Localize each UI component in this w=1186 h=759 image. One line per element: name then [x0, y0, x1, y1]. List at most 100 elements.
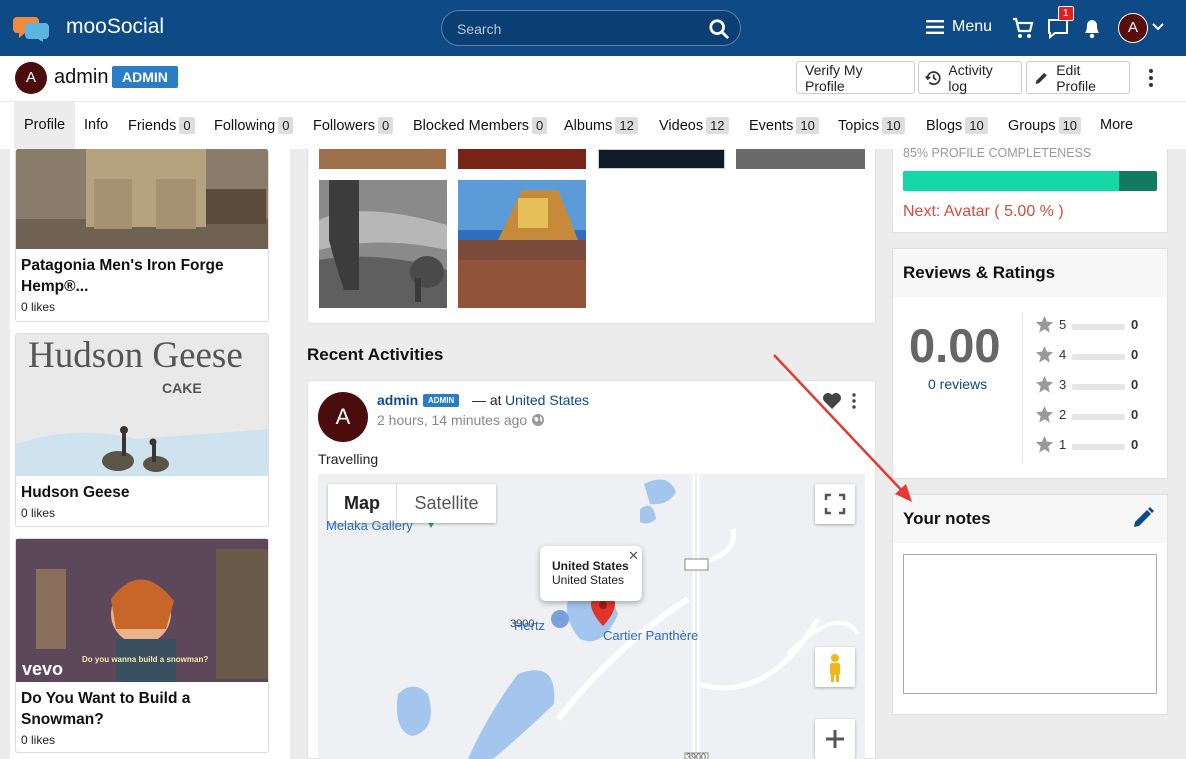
messages-badge: 1: [1058, 6, 1074, 21]
tab-more[interactable]: More: [1100, 102, 1133, 150]
video-thumbnail[interactable]: [16, 149, 268, 249]
post-location-link[interactable]: United States: [505, 392, 589, 408]
tab-topics[interactable]: Topics 10: [838, 102, 905, 150]
pencil-icon: [1035, 72, 1047, 84]
tab-blocked-members[interactable]: Blocked Members 0: [413, 102, 548, 150]
completeness-progress-fill: [903, 171, 1119, 191]
video-likes: 0 likes: [21, 300, 56, 314]
activity-log-button[interactable]: Activity log: [918, 61, 1022, 94]
tab-count: 10: [796, 117, 819, 134]
tab-count: 0: [378, 117, 394, 134]
tab-label: Profile: [24, 117, 66, 133]
tab-followers[interactable]: Followers 0: [313, 102, 394, 150]
star-icon: [1035, 405, 1054, 423]
tab-label: Blogs: [926, 118, 963, 134]
post-author-avatar[interactable]: A: [318, 392, 368, 442]
edit-profile-label: Edit Profile: [1056, 61, 1096, 94]
rating-bar: [1072, 414, 1125, 420]
photo-thumbnail[interactable]: [319, 149, 446, 169]
search-placeholder[interactable]: Search: [457, 21, 501, 37]
bell-icon[interactable]: [1081, 16, 1103, 40]
rating-row: 2 0: [1035, 405, 1155, 425]
video-card[interactable]: Hudson Geese CAKE Hudson Geese 0 likes: [15, 333, 269, 527]
rating-level: 2: [1059, 407, 1067, 422]
tab-blogs[interactable]: Blogs 10: [926, 102, 988, 150]
video-caption: Do you wanna build a snowman?: [82, 655, 209, 664]
rating-bar: [1072, 354, 1125, 360]
rating-level: 4: [1059, 347, 1067, 362]
video-title[interactable]: Do You Want to Build a Snowman?: [16, 682, 268, 730]
edit-profile-button[interactable]: Edit Profile: [1026, 61, 1130, 94]
cart-icon[interactable]: [1011, 16, 1035, 40]
more-options-icon[interactable]: [1146, 68, 1156, 88]
profile-tabs: Profile Info Friends 0 Following 0 Followe…: [0, 101, 1186, 150]
tab-groups[interactable]: Groups 10: [1008, 102, 1082, 150]
zoom-in-button[interactable]: [815, 719, 855, 759]
video-thumbnail[interactable]: Hudson Geese CAKE: [16, 334, 268, 476]
history-icon: [925, 70, 941, 85]
map-place-label[interactable]: Melaka Gallery: [326, 518, 413, 533]
heart-icon[interactable]: [822, 392, 842, 410]
video-card[interactable]: Patagonia Men's Iron Forge Hemp®... 0 li…: [15, 149, 269, 322]
photo-thumbnail[interactable]: [458, 149, 586, 169]
tab-following[interactable]: Following 0: [214, 102, 294, 150]
search-bar[interactable]: Search: [441, 10, 741, 46]
post-author-name[interactable]: admin: [377, 392, 418, 408]
video-title[interactable]: Patagonia Men's Iron Forge Hemp®...: [16, 249, 268, 297]
tab-label: Albums: [564, 118, 613, 134]
festival-photo-icon[interactable]: [458, 180, 586, 308]
profile-avatar[interactable]: A: [15, 62, 47, 94]
tab-count: 12: [615, 117, 638, 134]
tab-friends[interactable]: Friends 0: [128, 102, 195, 150]
tab-albums[interactable]: Albums 12: [564, 102, 638, 150]
tab-count: 0: [278, 117, 294, 134]
menu-button[interactable]: Menu: [926, 18, 992, 36]
post-text: Travelling: [318, 451, 379, 467]
map-info-window: United States United States: [540, 546, 642, 601]
tab-events[interactable]: Events 10: [749, 102, 819, 150]
tab-videos[interactable]: Videos 12: [659, 102, 729, 150]
user-avatar[interactable]: A: [1118, 13, 1148, 43]
tab-info[interactable]: Info: [84, 102, 108, 150]
divider: [1022, 313, 1023, 463]
rating-bar: [1072, 384, 1125, 390]
fullscreen-button[interactable]: [815, 484, 855, 524]
post-options-icon[interactable]: [850, 393, 858, 409]
edit-notes-icon[interactable]: [1131, 506, 1155, 530]
map-place-label[interactable]: Cartier Panthère: [603, 628, 698, 643]
post-author-badge: ADMIN: [423, 394, 460, 407]
tab-count: 0: [179, 117, 195, 134]
tab-count: 12: [706, 117, 729, 134]
review-count-link[interactable]: 0 reviews: [928, 376, 987, 392]
rating-count: 0: [1131, 407, 1139, 422]
rating-bar: [1072, 444, 1125, 450]
tab-label: Blocked Members: [413, 118, 530, 134]
app-name[interactable]: mooSocial: [66, 15, 164, 39]
map-place-label[interactable]: Hertz: [514, 618, 545, 633]
video-title[interactable]: Hudson Geese: [16, 476, 268, 503]
video-thumbnail[interactable]: vevo Do you wanna build a snowman?: [16, 539, 268, 682]
street-view-button[interactable]: [815, 647, 855, 687]
close-icon[interactable]: ✕: [628, 548, 639, 564]
reviews-title: Reviews & Ratings: [903, 263, 1056, 282]
role-badge: ADMIN: [112, 66, 178, 88]
video-card[interactable]: vevo Do you wanna build a snowman? Do Yo…: [15, 538, 269, 753]
star-icon: [1035, 315, 1054, 333]
star-icon: [1035, 435, 1054, 453]
tab-label: More: [1100, 117, 1134, 133]
shorts-photo-icon: [16, 149, 268, 249]
elephant-photo-icon[interactable]: [319, 180, 447, 308]
verify-profile-button[interactable]: Verify My Profile: [796, 61, 915, 94]
photo-thumbnail[interactable]: [598, 149, 725, 169]
tab-label: Friends: [128, 118, 177, 134]
notes-textarea[interactable]: [903, 554, 1157, 694]
profile-name[interactable]: admin: [54, 66, 108, 89]
chevron-down-icon[interactable]: [1152, 22, 1164, 32]
photo-thumbnail[interactable]: [736, 149, 865, 169]
completeness-next-step[interactable]: Next: Avatar ( 5.00 % ): [903, 203, 1064, 221]
vevo-logo: vevo: [22, 659, 64, 679]
moosocial-logo-icon[interactable]: [13, 14, 51, 42]
tab-profile[interactable]: Profile: [14, 102, 76, 150]
search-icon[interactable]: [708, 18, 730, 40]
rating-bar: [1072, 324, 1125, 330]
